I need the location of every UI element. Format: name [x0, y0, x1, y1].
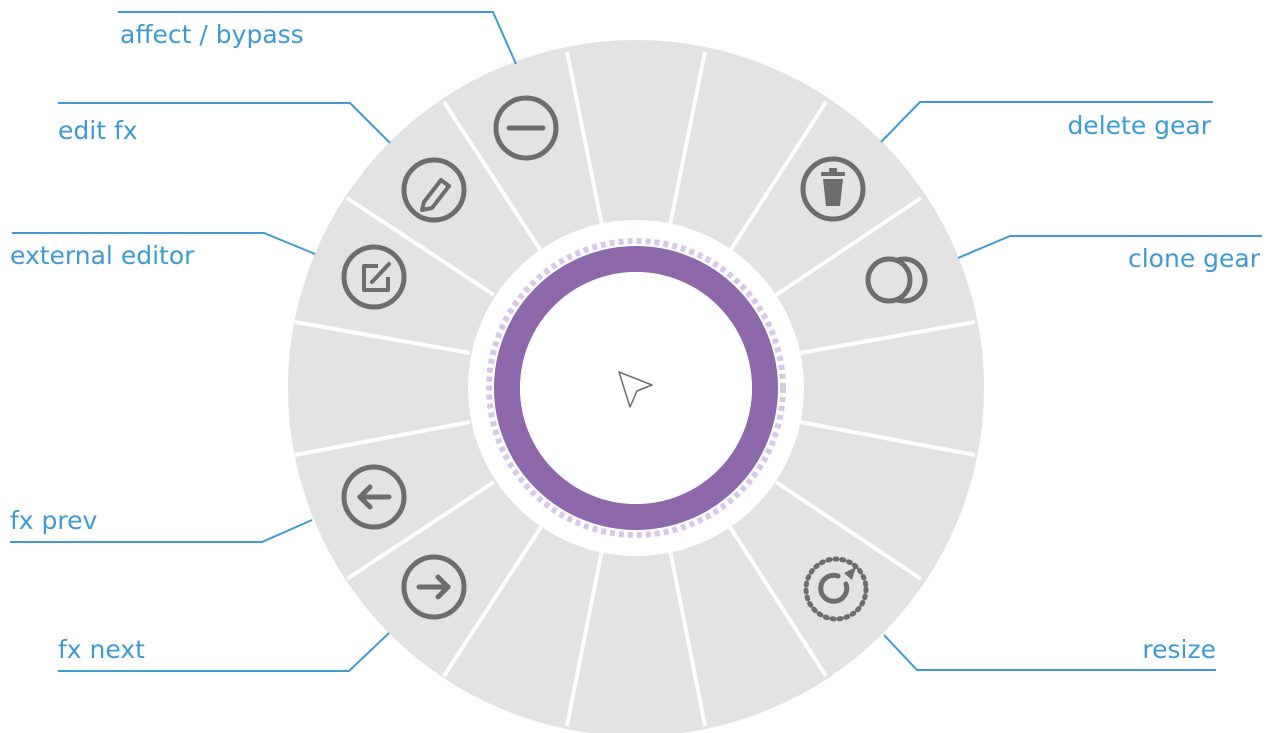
label-fx-next: fx next: [58, 635, 145, 664]
label-clone-gear: clone gear: [1128, 244, 1261, 273]
label-delete-gear: delete gear: [1067, 111, 1211, 140]
label-fx-prev: fx prev: [10, 506, 98, 535]
label-resize: resize: [1142, 635, 1216, 664]
label-affect-bypass: affect / bypass: [120, 20, 304, 49]
center-button[interactable]: [520, 272, 752, 504]
radial-menu: affect / bypass edit fx external editor …: [10, 11, 1262, 733]
label-external-editor: external editor: [10, 241, 195, 270]
label-edit-fx: edit fx: [58, 116, 138, 145]
